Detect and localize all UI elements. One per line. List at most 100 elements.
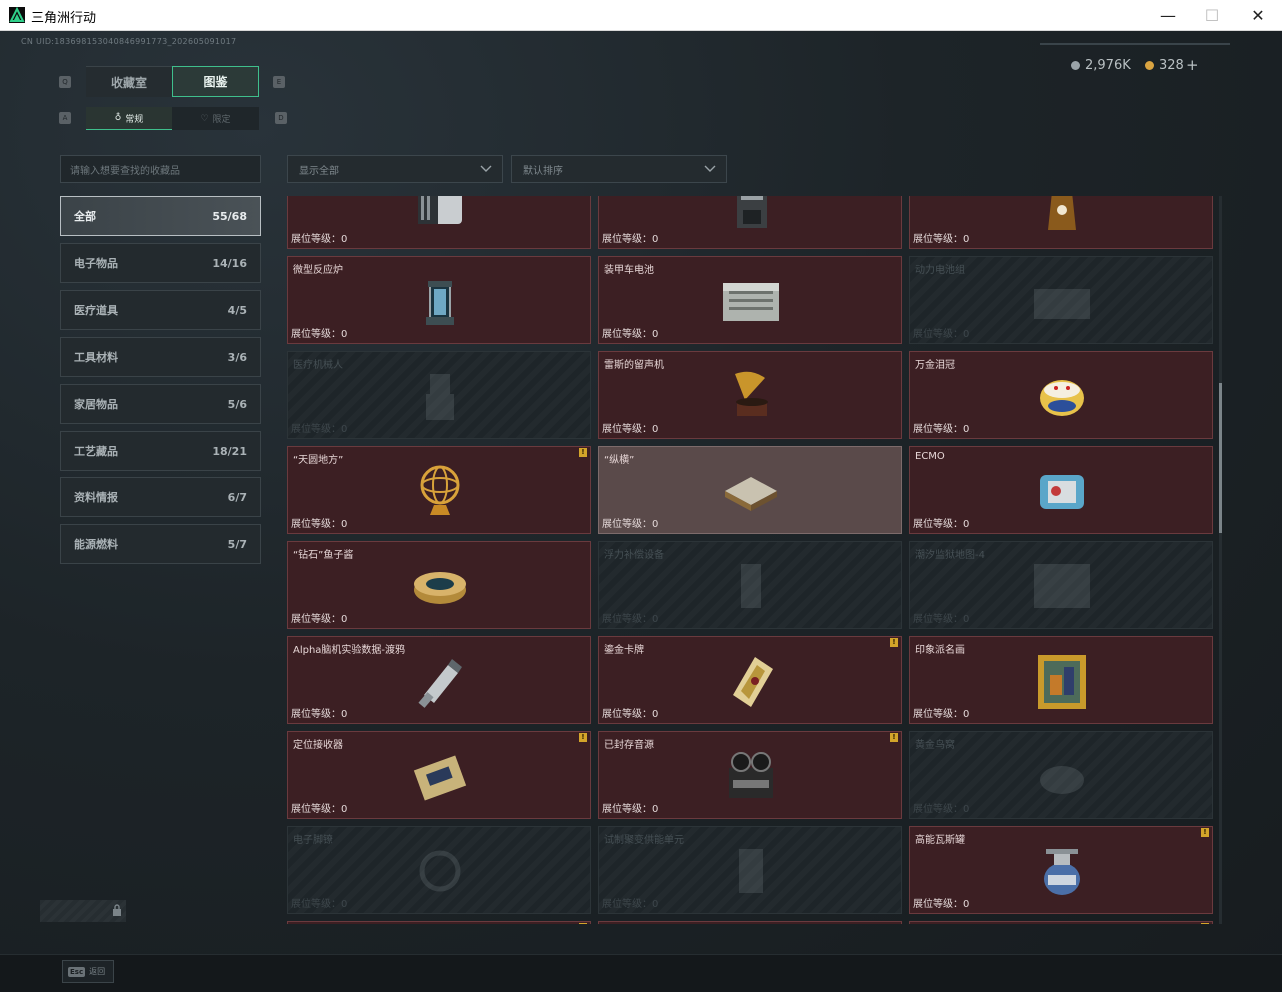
category-energy[interactable]: 能源燃料 5/7 xyxy=(60,524,261,564)
card-name: 医疗机械人 xyxy=(293,360,343,371)
buoyancy-icon xyxy=(715,550,787,622)
category-medical[interactable]: 医疗道具 4/5 xyxy=(60,290,261,330)
collectible-card[interactable]: 黄金鸟窝 展位等级：0 xyxy=(909,731,1213,819)
grid-scrollbar-thumb[interactable] xyxy=(1219,383,1222,533)
bag-icon xyxy=(1026,196,1098,242)
gas-canister-icon xyxy=(1026,835,1098,907)
category-household[interactable]: 家居物品 5/6 xyxy=(60,384,261,424)
collectible-card[interactable]: ECMO 展位等级：0 xyxy=(909,446,1213,534)
egg-crown-icon xyxy=(1026,360,1098,432)
category-label: 工艺藏品 xyxy=(74,445,118,458)
collectible-card[interactable]: ! xyxy=(287,921,591,924)
new-badge: ! xyxy=(1201,828,1209,837)
collectible-card[interactable]: ! xyxy=(909,921,1213,924)
grid-scroll-track[interactable] xyxy=(1219,196,1222,924)
collectible-card[interactable] xyxy=(598,921,902,924)
minimize-button[interactable]: — xyxy=(1145,0,1191,31)
filter-dropdown[interactable]: 显示全部 xyxy=(287,155,503,183)
collectible-card[interactable]: 动力电池组 展位等级：0 xyxy=(909,256,1213,344)
card-name: 浮力补偿设备 xyxy=(604,550,664,561)
card-name: 万金泪冠 xyxy=(915,360,955,371)
collectible-card[interactable]: 定位接收器 展位等级：0! xyxy=(287,731,591,819)
usb-drive-icon xyxy=(404,645,476,717)
hint-key-e: E xyxy=(273,76,285,88)
collectible-card[interactable]: 潮汐监狱地图-4 展位等级：0 xyxy=(909,541,1213,629)
collectible-card[interactable]: 微型反应炉 展位等级：0 xyxy=(287,256,591,344)
lock-icon xyxy=(113,904,121,916)
category-count: 14/16 xyxy=(212,256,247,270)
collectible-card[interactable]: 试制聚变供能单元 展位等级：0 xyxy=(598,826,902,914)
back-button[interactable]: Esc 返回 xyxy=(62,960,114,983)
card-name: 已封存音源 xyxy=(604,740,654,751)
esc-key-hint: Esc xyxy=(68,966,86,977)
card-level: 展位等级：0 xyxy=(291,709,348,720)
card-level: 展位等级：0 xyxy=(602,424,659,435)
card-name: “天圆地方” xyxy=(293,455,344,466)
collectible-card[interactable]: 浮力补偿设备 展位等级：0 xyxy=(598,541,902,629)
caviar-tin-icon xyxy=(404,550,476,622)
collectible-card[interactable]: 已封存音源 展位等级：0! xyxy=(598,731,902,819)
collectible-card[interactable]: 展位等级：0 xyxy=(287,196,591,249)
collectible-card[interactable]: 雷斯的留声机 展位等级：0 xyxy=(598,351,902,439)
collectible-card[interactable]: 装甲车电池 展位等级：0 xyxy=(598,256,902,344)
card-name: 黄金鸟窝 xyxy=(915,740,955,751)
new-badge: ! xyxy=(890,733,898,742)
card-name: “纵横” xyxy=(604,455,635,466)
category-electronics[interactable]: 电子物品 14/16 xyxy=(60,243,261,283)
collectible-card[interactable]: 高能瓦斯罐 展位等级：0! xyxy=(909,826,1213,914)
reactor-icon xyxy=(404,265,476,337)
tab-limited[interactable]: ♡ 限定 xyxy=(172,107,259,130)
collectible-card[interactable]: 万金泪冠 展位等级：0 xyxy=(909,351,1213,439)
card-level: 展位等级：0 xyxy=(291,329,348,340)
ecmo-icon xyxy=(1026,455,1098,527)
player-uid: CN UID:183698153040846991773_20260509101… xyxy=(21,37,237,46)
collection-search-input[interactable]: 请输入想要查找的收藏品 xyxy=(60,155,261,183)
card-name: 动力电池组 xyxy=(915,265,965,276)
collectible-card[interactable]: 医疗机械人展位等级：0 xyxy=(287,351,591,439)
collectible-card[interactable]: “天圆地方” 展位等级：0! xyxy=(287,446,591,534)
category-label: 医疗道具 xyxy=(74,304,118,317)
armillary-icon xyxy=(404,455,476,527)
collectible-card[interactable]: “纵横” 展位等级：0 xyxy=(598,446,902,534)
card-level: 展位等级：0 xyxy=(913,614,970,625)
close-button[interactable]: ✕ xyxy=(1235,0,1281,31)
card-name: “钻石”鱼子酱 xyxy=(293,550,354,561)
gramophone-icon xyxy=(715,360,787,432)
card-level: 展位等级：0 xyxy=(291,424,348,435)
category-count: 18/21 xyxy=(212,444,247,458)
new-badge: ! xyxy=(579,923,587,924)
coffee-machine-icon xyxy=(715,196,787,242)
card-level: 展位等级：0 xyxy=(913,709,970,720)
gold-card-icon xyxy=(715,645,787,717)
tab-limited-label: 限定 xyxy=(212,115,231,125)
hint-key-d: D xyxy=(275,112,287,124)
collectible-card[interactable]: 电子脚镣 展位等级：0 xyxy=(287,826,591,914)
collectible-card[interactable]: 鎏金卡牌 展位等级：0! xyxy=(598,636,902,724)
card-level: 展位等级：0 xyxy=(291,614,348,625)
card-name: 高能瓦斯罐 xyxy=(915,835,965,846)
collectible-card[interactable]: 展位等级：0 xyxy=(909,196,1213,249)
category-label: 能源燃料 xyxy=(74,538,118,551)
tab-catalog[interactable]: 图鉴 xyxy=(172,66,259,97)
new-badge: ! xyxy=(890,638,898,647)
new-badge: ! xyxy=(1201,923,1209,924)
collectible-card[interactable]: “钻石”鱼子酱 展位等级：0 xyxy=(287,541,591,629)
robot-icon xyxy=(404,360,476,432)
add-currency-button[interactable]: + xyxy=(1186,56,1199,74)
currency-silver: 2,976K xyxy=(1071,58,1131,73)
card-name: 试制聚变供能单元 xyxy=(604,835,684,846)
tab-collection-room[interactable]: 收藏室 xyxy=(86,66,172,97)
sort-dropdown[interactable]: 默认排序 xyxy=(511,155,727,183)
maximize-button[interactable]: ☐ xyxy=(1189,0,1235,31)
card-name: 定位接收器 xyxy=(293,740,343,751)
category-label: 家居物品 xyxy=(74,398,118,411)
category-crafts[interactable]: 工艺藏品 18/21 xyxy=(60,431,261,471)
category-all[interactable]: 全部 55/68 xyxy=(60,196,261,236)
category-tools[interactable]: 工具材料 3/6 xyxy=(60,337,261,377)
tab-regular[interactable]: ♁ 常规 xyxy=(86,107,172,130)
collectible-card[interactable]: 展位等级：0 xyxy=(598,196,902,249)
collectible-card[interactable]: Alpha脑机实验数据-渡鸦 展位等级：0 xyxy=(287,636,591,724)
category-intel[interactable]: 资料情报 6/7 xyxy=(60,477,261,517)
collectible-card[interactable]: 印象派名画展位等级：0 xyxy=(909,636,1213,724)
card-name: 印象派名画 xyxy=(915,645,965,656)
